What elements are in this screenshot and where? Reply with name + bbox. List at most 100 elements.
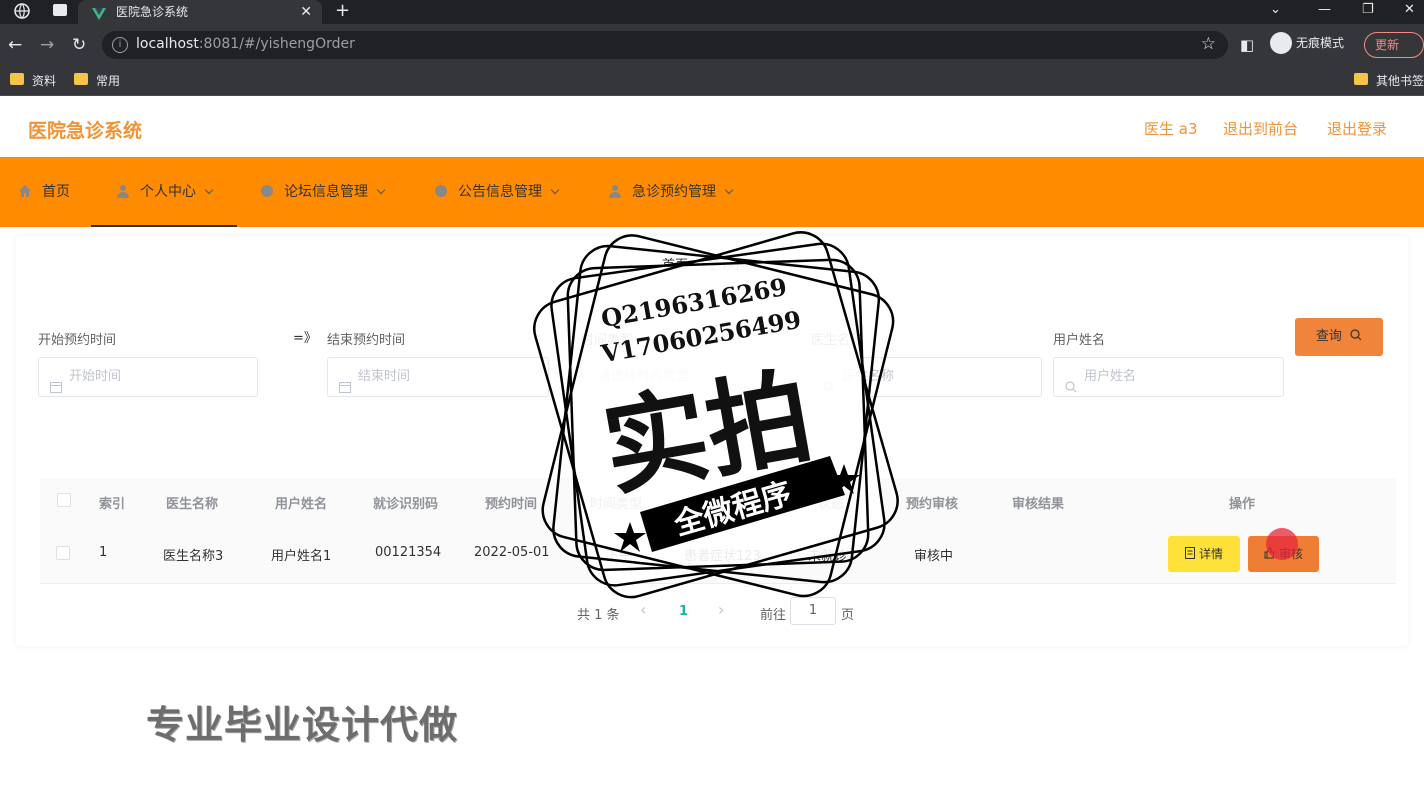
folder-icon bbox=[10, 73, 24, 85]
search-icon bbox=[1065, 371, 1077, 393]
next-page-icon[interactable]: › bbox=[718, 600, 724, 619]
new-tab-button[interactable]: + bbox=[335, 0, 350, 21]
cell-visit-code: 00121354 bbox=[375, 545, 442, 560]
chevron-down-icon bbox=[724, 185, 734, 195]
bookmarks-bar: 资料 常用 其他书签 bbox=[0, 66, 1424, 96]
front-link[interactable]: 退出到前台 bbox=[1223, 118, 1298, 139]
minimize-icon[interactable]: — bbox=[1318, 0, 1331, 24]
column-header: 审核结果 bbox=[1012, 497, 1065, 512]
watermark-ad-text: 专业毕业设计代做 bbox=[146, 703, 459, 747]
breadcrumb-home[interactable]: 首页 bbox=[662, 258, 688, 273]
cursor-indicator bbox=[1266, 528, 1298, 560]
search-icon bbox=[823, 371, 835, 393]
goto-suffix: 页 bbox=[841, 608, 855, 623]
search-icon bbox=[1350, 319, 1362, 357]
browser-toolbar: ← → ↻ i localhost:8081/#/yishengOrder ☆ … bbox=[0, 24, 1424, 66]
app-title: 医院急诊系统 bbox=[28, 120, 143, 142]
cell-status: 未就诊 bbox=[808, 549, 848, 564]
current-user: 医生 a3 bbox=[1144, 120, 1198, 138]
end-time-label: 结束预约时间 bbox=[327, 333, 406, 348]
query-button[interactable]: 查询 bbox=[1295, 318, 1383, 356]
bookmark-star-icon[interactable]: ☆ bbox=[1201, 34, 1216, 54]
tab-search-icon[interactable] bbox=[52, 3, 68, 21]
detail-button[interactable]: 详情 bbox=[1168, 536, 1240, 572]
logout-link[interactable]: 退出登录 bbox=[1327, 118, 1387, 139]
breadcrumb: 首页 / 急诊预约 bbox=[662, 258, 761, 273]
end-time-input[interactable]: 结束时间 bbox=[327, 357, 549, 397]
site-info-icon[interactable]: i bbox=[112, 37, 128, 53]
user-icon bbox=[608, 159, 622, 198]
main-nav: 首页 个人中心 论坛信息管理 公告信息管理 急诊预约管理 bbox=[0, 157, 1424, 227]
nav-item-notice[interactable]: 公告信息管理 bbox=[434, 157, 560, 227]
back-icon[interactable]: ← bbox=[8, 35, 22, 55]
chevron-down-icon bbox=[204, 185, 214, 195]
time-type-label: 时间类型 bbox=[581, 333, 634, 348]
doctor-name-input[interactable]: 医生名称 bbox=[811, 357, 1042, 397]
user-name-input[interactable]: 用户姓名 bbox=[1053, 357, 1284, 397]
folder-icon bbox=[74, 73, 88, 85]
row-checkbox[interactable] bbox=[56, 546, 70, 560]
select-all-checkbox[interactable] bbox=[57, 493, 71, 507]
column-header: 预约时间 bbox=[485, 497, 538, 512]
bookmark-folder[interactable]: 资料 bbox=[10, 72, 56, 89]
user-icon bbox=[116, 159, 130, 198]
breadcrumb-current: 急诊预约 bbox=[708, 258, 761, 273]
cell-user-name: 用户姓名1 bbox=[271, 549, 332, 564]
column-header: 症状 bbox=[705, 497, 732, 512]
side-panel-icon[interactable]: ◧ bbox=[1240, 36, 1254, 54]
close-window-icon[interactable]: ✕ bbox=[1404, 0, 1415, 24]
incognito-icon bbox=[1270, 32, 1292, 54]
column-header: 用户姓名 bbox=[275, 497, 328, 512]
column-header: 操作 bbox=[1229, 497, 1256, 512]
doctor-name-label: 医生名称 bbox=[811, 333, 864, 348]
column-header: 医生名称 bbox=[166, 497, 219, 512]
column-header: 就诊识别码 bbox=[373, 497, 439, 512]
nav-item-forum[interactable]: 论坛信息管理 bbox=[260, 157, 386, 227]
browser-tab-active[interactable]: 医院急诊系统 ✕ bbox=[78, 0, 322, 24]
url-text: localhost:8081/#/yishengOrder bbox=[136, 36, 355, 52]
bookmark-folder[interactable]: 常用 bbox=[74, 72, 120, 89]
column-header: 时间类型 bbox=[590, 497, 643, 512]
goto-page-input[interactable]: 1 bbox=[790, 597, 836, 625]
current-page[interactable]: 1 bbox=[679, 604, 688, 619]
start-time-label: 开始预约时间 bbox=[38, 333, 117, 348]
prev-page-icon[interactable]: ‹ bbox=[640, 600, 646, 619]
tab-list-icon[interactable]: ⌄ bbox=[1270, 0, 1281, 24]
calendar-icon bbox=[339, 371, 351, 393]
nav-item-personal-center[interactable]: 个人中心 bbox=[91, 157, 237, 227]
globe-icon[interactable] bbox=[14, 3, 30, 23]
cell-doctor-name: 医生名称3 bbox=[163, 549, 224, 564]
start-time-input[interactable]: 开始时间 bbox=[38, 357, 258, 397]
nav-item-home[interactable]: 首页 bbox=[18, 157, 70, 227]
chevron-down-icon bbox=[376, 185, 386, 195]
pagination-total: 共 1 条 bbox=[577, 608, 620, 623]
forward-icon[interactable]: → bbox=[40, 35, 54, 55]
browser-tab-bar: 医院急诊系统 ✕ + ⌄ — ❐ ✕ bbox=[0, 0, 1424, 24]
column-header: 状态 bbox=[818, 497, 845, 512]
tab-title: 医院急诊系统 bbox=[116, 5, 189, 19]
nav-item-emergency-booking[interactable]: 急诊预约管理 bbox=[608, 157, 734, 227]
close-tab-icon[interactable]: ✕ bbox=[300, 0, 312, 24]
goto-prefix: 前往 bbox=[760, 608, 787, 623]
cell-review: 审核中 bbox=[914, 549, 954, 564]
update-button[interactable]: 更新 bbox=[1364, 32, 1424, 58]
user-name-label: 用户姓名 bbox=[1053, 333, 1106, 348]
address-bar[interactable]: i localhost:8081/#/yishengOrder ☆ bbox=[102, 31, 1228, 59]
vue-logo-icon bbox=[92, 5, 106, 20]
app-header: 医院急诊系统 医生 a3 退出到前台 退出登录 bbox=[0, 97, 1424, 157]
other-bookmarks[interactable]: 其他书签 bbox=[1354, 72, 1424, 89]
column-header: 预约审核 bbox=[906, 497, 959, 512]
cell-time-type: 下午 bbox=[606, 549, 633, 564]
reload-icon[interactable]: ↻ bbox=[72, 35, 86, 55]
circle-icon bbox=[260, 159, 274, 197]
cell-symptom: 患者症状123 bbox=[684, 549, 761, 564]
content-panel bbox=[16, 236, 1408, 646]
restore-icon[interactable]: ❐ bbox=[1362, 0, 1374, 24]
folder-icon bbox=[1354, 73, 1368, 85]
cell-index: 1 bbox=[99, 545, 108, 560]
time-type-select[interactable]: 请选择时间类型 bbox=[581, 357, 801, 397]
column-header: 索引 bbox=[99, 497, 126, 512]
document-icon bbox=[1184, 537, 1195, 573]
circle-icon bbox=[434, 159, 448, 197]
incognito-indicator[interactable]: 无痕模式 bbox=[1270, 32, 1344, 54]
